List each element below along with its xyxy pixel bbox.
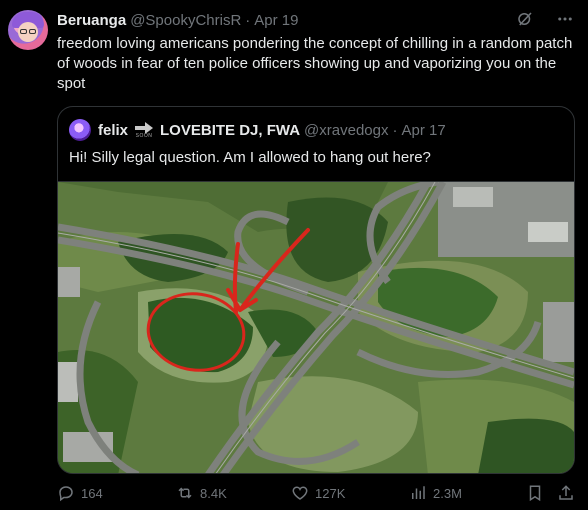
bookmark-button[interactable]: [526, 484, 544, 502]
like-count: 127K: [315, 485, 346, 501]
quote-separator: ·: [392, 121, 398, 139]
soon-badge-text: SOON: [135, 132, 153, 139]
more-dots-icon[interactable]: [556, 10, 574, 33]
avatar-glasses-left: [20, 29, 27, 34]
repost-icon: [178, 487, 192, 499]
views-icon: [412, 486, 425, 499]
quote-author-name[interactable]: felix: [98, 122, 128, 139]
tweet-header: Beruanga @SpookyChrisR · Apr 19: [57, 10, 298, 30]
aerial-highway-photo: [58, 178, 574, 473]
reply-count: 164: [81, 485, 103, 501]
heart-icon: [292, 486, 308, 500]
quote-author-avatar[interactable]: [69, 119, 91, 141]
reply-icon: [59, 486, 73, 502]
repost-button[interactable]: 8.4K: [176, 484, 227, 502]
author-handle[interactable]: @SpookyChrisR: [130, 12, 241, 29]
repost-count: 8.4K: [200, 485, 227, 501]
grok-icon[interactable]: [516, 10, 534, 33]
tweet-actions: 164 8.4K 127K 2.3M: [57, 484, 577, 504]
quote-header: felix SOON LOVEBITE DJ, FWA @xravedogx ·…: [98, 120, 446, 140]
header-separator: ·: [245, 11, 251, 29]
reply-button[interactable]: 164: [57, 484, 103, 502]
tweet-text: freedom loving americans pondering the c…: [57, 35, 573, 92]
arrow-right-icon: [135, 121, 154, 134]
share-button[interactable]: [557, 484, 575, 502]
quote-author-handle[interactable]: @xravedogx: [304, 122, 388, 139]
quote-text: Hi! Silly legal question. Am I allowed t…: [69, 149, 431, 166]
quote-media-image[interactable]: [58, 178, 574, 473]
author-avatar[interactable]: [8, 10, 48, 50]
like-button[interactable]: 127K: [291, 484, 345, 502]
share-icon: [559, 485, 573, 500]
tweet-top-icons: [516, 10, 574, 33]
quote-date[interactable]: Apr 17: [401, 122, 445, 139]
soon-arrow-badge: SOON: [134, 121, 154, 139]
quoted-tweet[interactable]: felix SOON LOVEBITE DJ, FWA @xravedogx ·…: [57, 106, 575, 474]
author-name[interactable]: Beruanga: [57, 12, 126, 29]
quote-author-name-2[interactable]: LOVEBITE DJ, FWA: [160, 122, 300, 139]
views-button[interactable]: 2.3M: [409, 484, 462, 502]
avatar-glasses-right: [29, 29, 36, 34]
bookmark-icon: [529, 485, 541, 502]
tweet-date[interactable]: Apr 19: [254, 12, 298, 29]
views-count: 2.3M: [433, 485, 462, 501]
